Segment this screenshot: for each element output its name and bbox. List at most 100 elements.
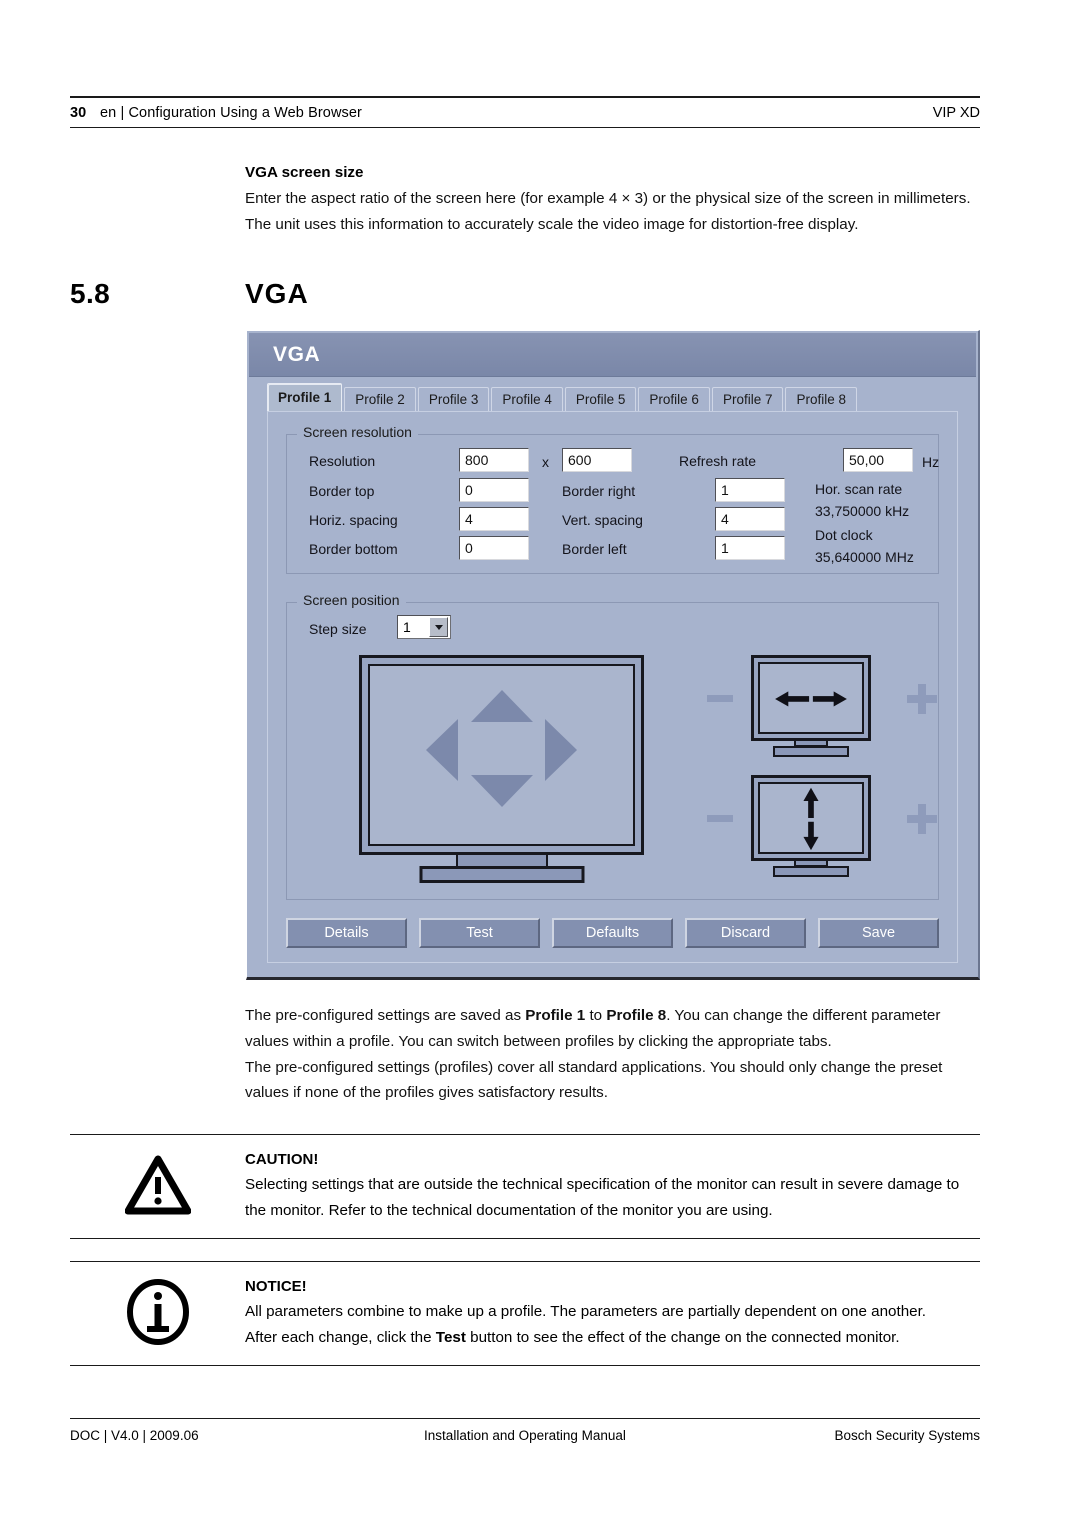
vertical-arrows-icon [803, 787, 819, 851]
details-button[interactable]: Details [286, 918, 407, 948]
border-top-input[interactable] [459, 478, 529, 502]
dot-clock-value: 35,640000 MHz [815, 549, 914, 565]
refresh-rate-label: Refresh rate [679, 453, 757, 469]
border-top-label: Border top [309, 483, 375, 499]
border-right-input[interactable] [715, 478, 785, 502]
section-title: VGA [245, 278, 309, 309]
vertical-minus-icon[interactable] [707, 815, 733, 822]
screen-position-legend: Screen position [297, 592, 406, 608]
footer-company: Bosch Security Systems [834, 1428, 980, 1443]
body-paragraph-2: The pre-configured settings (profiles) c… [245, 1058, 943, 1102]
tab-profile-1[interactable]: Profile 1 [267, 383, 343, 413]
horizontal-minus-icon[interactable] [707, 695, 733, 702]
dialog-titlebar: VGA [249, 333, 976, 377]
caution-block: CAUTION! Selecting settings that are out… [70, 1134, 980, 1239]
step-size-select[interactable]: 1 [397, 615, 451, 639]
hor-scan-rate-value: 33,750000 kHz [815, 503, 910, 519]
notice-title: NOTICE! [245, 1278, 307, 1295]
border-bottom-label: Border bottom [309, 541, 398, 557]
profile-1-ref: Profile 1 [525, 1007, 586, 1024]
refresh-rate-unit: Hz [922, 454, 940, 470]
body-text-block: The pre-configured settings are saved as… [245, 1003, 980, 1106]
vertical-plus-icon-bar[interactable] [918, 804, 926, 834]
horiz-spacing-label: Horiz. spacing [309, 512, 398, 528]
vga-screen-size-heading: VGA screen size [245, 164, 364, 181]
border-left-label: Border left [562, 541, 627, 557]
notice-text-2-pre: After each change, click the [245, 1328, 436, 1346]
screen-resolution-group: Screen resolution Resolution x Refresh r… [286, 424, 940, 574]
monitor-screen [368, 664, 635, 846]
discard-button[interactable]: Discard [685, 918, 806, 948]
move-right-arrow-icon[interactable] [545, 719, 577, 782]
body-paragraph-1: The pre-configured settings are saved as… [245, 1003, 980, 1055]
refresh-rate-input[interactable] [843, 448, 913, 472]
horizontal-size-control [707, 655, 937, 757]
intro-paragraph: Enter the aspect ratio of the screen her… [245, 189, 971, 233]
resolution-separator: x [542, 454, 549, 470]
header-product: VIP XD [932, 104, 980, 121]
vertical-size-control [707, 775, 937, 877]
screen-position-pad[interactable] [359, 655, 644, 883]
chevron-down-icon[interactable] [429, 617, 448, 637]
step-size-value: 1 [403, 619, 411, 635]
horizontal-arrows-icon [775, 691, 847, 707]
resolution-label: Resolution [309, 453, 376, 469]
monitor-vertical-icon [751, 775, 871, 877]
horiz-spacing-input[interactable] [459, 507, 529, 531]
resolution-width-input[interactable] [459, 448, 529, 472]
monitor-horizontal-icon [751, 655, 871, 757]
tab-profile-8[interactable]: Profile 8 [785, 387, 857, 413]
header-breadcrumb: en | Configuration Using a Web Browser [100, 104, 362, 121]
test-button-ref: Test [435, 1328, 466, 1346]
profile-8-ref: Profile 8 [606, 1007, 667, 1024]
vert-spacing-label: Vert. spacing [562, 512, 643, 528]
warning-triangle-icon [70, 1147, 245, 1224]
tab-profile-6[interactable]: Profile 6 [638, 387, 710, 413]
tab-profile-7[interactable]: Profile 7 [711, 387, 784, 413]
dialog-button-row: Details Test Defaults Discard Save [286, 918, 939, 948]
footer-manual-title: Installation and Operating Manual [424, 1428, 626, 1443]
info-icon [70, 1274, 245, 1351]
defaults-button[interactable]: Defaults [552, 918, 673, 948]
hor-scan-rate-label: Hor. scan rate [815, 481, 903, 497]
profile-panel: Screen resolution Resolution x Refresh r… [267, 411, 958, 963]
profile-tabstrip: Profile 1 Profile 2 Profile 3 Profile 4 … [267, 383, 958, 413]
notice-text-2-post: button to see the effect of the change o… [465, 1328, 900, 1346]
step-size-label: Step size [309, 621, 367, 637]
monitor-bezel-icon [359, 655, 644, 855]
resolution-height-input[interactable] [562, 448, 632, 472]
test-button[interactable]: Test [419, 918, 540, 948]
vert-spacing-input[interactable] [715, 507, 785, 531]
border-right-label: Border right [562, 483, 636, 499]
tab-profile-4[interactable]: Profile 4 [491, 387, 563, 413]
notice-block: NOTICE! All parameters combine to make u… [70, 1261, 980, 1366]
body-paragraph-1-mid: to [585, 1007, 607, 1024]
tab-profile-5[interactable]: Profile 5 [564, 387, 637, 413]
border-bottom-input[interactable] [459, 536, 529, 560]
intro-block: VGA screen size Enter the aspect ratio o… [245, 160, 980, 237]
screen-resolution-legend: Screen resolution [297, 424, 418, 440]
screen-position-group: Screen position Step size 1 [286, 592, 939, 900]
move-up-arrow-icon[interactable] [470, 690, 533, 722]
move-left-arrow-icon[interactable] [426, 719, 458, 782]
page-header: 30 en | Configuration Using a Web Browse… [70, 96, 980, 128]
page-footer: DOC | V4.0 | 2009.06 Installation and Op… [70, 1418, 980, 1452]
tab-profile-2[interactable]: Profile 2 [344, 387, 416, 413]
tab-profile-3[interactable]: Profile 3 [417, 387, 490, 413]
save-button[interactable]: Save [818, 918, 939, 948]
monitor-foot [419, 866, 584, 883]
dot-clock-label: Dot clock [815, 527, 873, 543]
caution-text: Selecting settings that are outside the … [245, 1176, 960, 1219]
notice-text-1: All parameters combine to make up a prof… [245, 1303, 927, 1320]
section-number: 5.8 [70, 278, 111, 309]
vga-dialog-screenshot: VGA Profile 1 Profile 2 Profile 3 Profil… [246, 330, 980, 980]
notice-text-2: After each change, click the Test button… [245, 1325, 976, 1351]
horizontal-plus-icon-bar[interactable] [918, 684, 926, 714]
footer-doc-version: DOC | V4.0 | 2009.06 [70, 1428, 199, 1443]
page-number: 30 [70, 104, 87, 121]
caution-title: CAUTION! [245, 1151, 319, 1168]
dialog-title: VGA [273, 343, 321, 366]
move-down-arrow-icon[interactable] [470, 775, 533, 807]
body-paragraph-1-a: The pre-configured settings are saved as [245, 1007, 526, 1024]
border-left-input[interactable] [715, 536, 785, 560]
